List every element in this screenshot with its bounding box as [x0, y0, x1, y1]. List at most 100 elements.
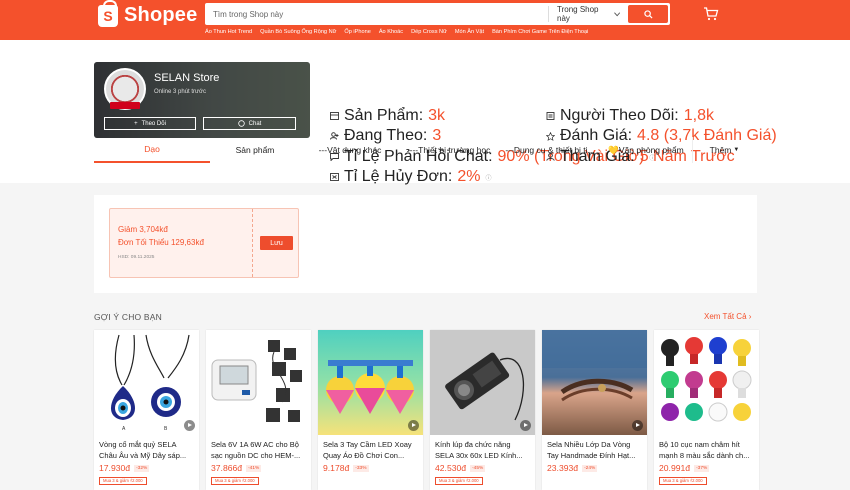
stat-cancel-rate: Tỉ Lệ Hủy Đơn: 2% ⓘ	[330, 168, 491, 186]
search-bar: Trong Shop này	[205, 3, 670, 25]
svg-text:B: B	[164, 426, 168, 432]
tab-more[interactable]: Thêm ▼	[692, 137, 756, 163]
cancel-icon	[330, 173, 339, 181]
stat-followers: Người Theo Dõi: 1,8k	[546, 107, 714, 125]
product-image	[654, 330, 759, 435]
preferred-badge	[110, 102, 140, 109]
video-play-icon	[408, 420, 419, 431]
search-icon	[643, 9, 653, 19]
tab-stationery[interactable]: 💛Văn phòng phẩm	[600, 137, 692, 163]
info-icon[interactable]: ⓘ	[485, 173, 491, 182]
tab-school[interactable]: ---Thiết bị trường học	[400, 137, 500, 163]
product-price: 23.393đ	[547, 463, 579, 473]
product-card[interactable]: Bộ 10 cục nam châm hít mạnh 8 màu sắc dà…	[654, 330, 759, 490]
suggestion-link[interactable]: Dép Cross Nữ	[411, 29, 447, 35]
discount-badge: -45%	[470, 464, 486, 472]
search-button[interactable]	[628, 5, 668, 23]
chat-icon	[237, 120, 245, 127]
see-all-label: Xem Tất Cả	[704, 312, 747, 321]
promo-tag: Mua 3 & giảm ₫2.000	[99, 477, 147, 485]
product-price: 37.866đ	[211, 463, 243, 473]
see-all-link[interactable]: Xem Tất Cả ›	[704, 312, 751, 321]
power-adapter-image	[211, 340, 302, 422]
discount-badge: -33%	[353, 464, 369, 472]
product-price-row: 17.930đ -32%	[99, 463, 150, 473]
voucher-divider	[252, 209, 253, 277]
product-grid: A B Vòng cổ mắt quỷ SELA Châu Âu và Mỹ D…	[94, 330, 759, 490]
stat-cancel-rate-label: Tỉ Lệ Hủy Đơn:	[344, 168, 453, 185]
store-icon	[330, 112, 339, 120]
product-price: 9.178đ	[323, 463, 350, 473]
tab-tools[interactable]: ---Dụng cụ & thiết bị ti...	[500, 137, 600, 163]
plus-icon: +	[134, 120, 138, 127]
suggestion-link[interactable]: Bàn Phím Chơi Game Trên Điện Thoại	[492, 29, 588, 35]
search-scope-select[interactable]: Trong Shop này	[548, 5, 628, 23]
discount-badge: -24%	[582, 464, 598, 472]
voucher-section: Giảm 3,704kđ Đơn Tối Thiểu 129,63kđ HSD:…	[94, 195, 757, 293]
shop-name: SELAN Store	[154, 72, 220, 84]
product-card[interactable]: A B Vòng cổ mắt quỷ SELA Châu Âu và Mỹ D…	[94, 330, 199, 490]
voucher-expiry: HSD: 09.11.2025	[118, 255, 155, 260]
voucher-card: Giảm 3,704kđ Đơn Tối Thiểu 129,63kđ HSD:…	[109, 208, 299, 278]
product-price: 17.930đ	[99, 463, 131, 473]
product-image	[430, 330, 535, 435]
search-suggestions: Áo Thun Hot Trend Quần Bò Suông Ống Rộng…	[205, 29, 588, 35]
logo-text: Shopee	[124, 4, 198, 26]
product-image	[206, 330, 311, 435]
cart-icon	[704, 7, 719, 21]
chat-button[interactable]: Chat	[203, 117, 296, 130]
stat-followers-value: 1,8k	[683, 107, 714, 124]
tab-browse[interactable]: Dạo	[94, 137, 210, 163]
product-card[interactable]: Kính lúp đa chức năng SELA 30x 60x LED K…	[430, 330, 535, 490]
followers-icon	[546, 112, 555, 120]
chevron-down-icon	[613, 11, 620, 16]
suggestion-link[interactable]: Quần Bò Suông Ống Rộng Nữ	[260, 29, 336, 35]
tab-misc[interactable]: ---Vật dụng khác	[300, 137, 400, 163]
product-image	[318, 330, 423, 435]
search-input[interactable]	[205, 9, 548, 19]
product-image	[542, 330, 647, 435]
suggestion-link[interactable]: Áo Khoác	[379, 29, 403, 35]
spinning-top-image	[326, 360, 414, 414]
shop-tabs: Dạo Sản phẩm ---Vật dụng khác ---Thiết b…	[94, 137, 756, 163]
product-name: Sela 3 Tay Cầm LED Xoay Quay Áo Đồ Chơi …	[323, 440, 412, 460]
stat-followers-label: Người Theo Dõi:	[560, 107, 679, 124]
tab-more-label: Thêm	[709, 145, 732, 155]
video-play-icon	[184, 420, 195, 431]
product-card[interactable]: Sela 3 Tay Cầm LED Xoay Quay Áo Đồ Chơi …	[318, 330, 423, 490]
discount-badge: -32%	[134, 464, 150, 472]
tab-products[interactable]: Sản phẩm	[210, 137, 300, 163]
stat-products: Sản Phẩm: 3k	[330, 107, 445, 125]
product-name: Kính lúp đa chức năng SELA 30x 60x LED K…	[435, 440, 523, 460]
shop-card: SELAN Store Online 3 phút trước + Theo D…	[94, 62, 310, 138]
cart-button[interactable]	[703, 7, 719, 26]
suggestion-link[interactable]: Ốp iPhone	[344, 29, 370, 35]
promo-tag: Mua 3 & giảm ₫2.000	[659, 477, 707, 485]
product-card[interactable]: Sela 6V 1A 6W AC cho Bộ sạc nguồn DC cho…	[206, 330, 311, 490]
promo-tag: Mua 3 & giảm ₫2.000	[211, 477, 259, 485]
voucher-min-order: Đơn Tối Thiểu 129,63kđ	[118, 238, 204, 247]
suggestion-link[interactable]: Món Ăn Vặt	[455, 29, 484, 35]
shopee-bag-icon: S	[98, 0, 118, 27]
voucher-discount: Giảm 3,704kđ	[118, 225, 168, 234]
magnets-image	[661, 337, 752, 422]
discount-badge: -41%	[246, 464, 262, 472]
follow-button[interactable]: + Theo Dõi	[104, 117, 196, 130]
caret-down-icon: ▼	[733, 147, 740, 153]
product-name: Vòng cổ mắt quỷ SELA Châu Âu và Mỹ Dây s…	[99, 440, 187, 460]
promo-tag: Mua 3 & giảm ₫2.000	[435, 477, 483, 485]
shopee-logo[interactable]: S Shopee	[98, 0, 198, 27]
suggestion-link[interactable]: Áo Thun Hot Trend	[205, 29, 252, 35]
product-price: 20.991đ	[659, 463, 691, 473]
stat-products-label: Sản Phẩm:	[344, 107, 424, 124]
product-price: 42.530đ	[435, 463, 467, 473]
chevron-right-icon: ›	[748, 312, 752, 321]
shop-online-status: Online 3 phút trước	[154, 89, 206, 95]
save-voucher-button[interactable]: Lưu	[260, 236, 293, 250]
product-price-row: 20.991đ -37%	[659, 463, 710, 473]
product-card[interactable]: Sela Nhiều Lớp Da Vòng Tay Handmade Đính…	[542, 330, 647, 490]
necklace-image: A B	[110, 334, 190, 432]
chat-label: Chat	[248, 120, 262, 127]
bracelet-image	[542, 330, 647, 402]
recommend-title: GỢI Ý CHO BẠN	[94, 312, 162, 322]
